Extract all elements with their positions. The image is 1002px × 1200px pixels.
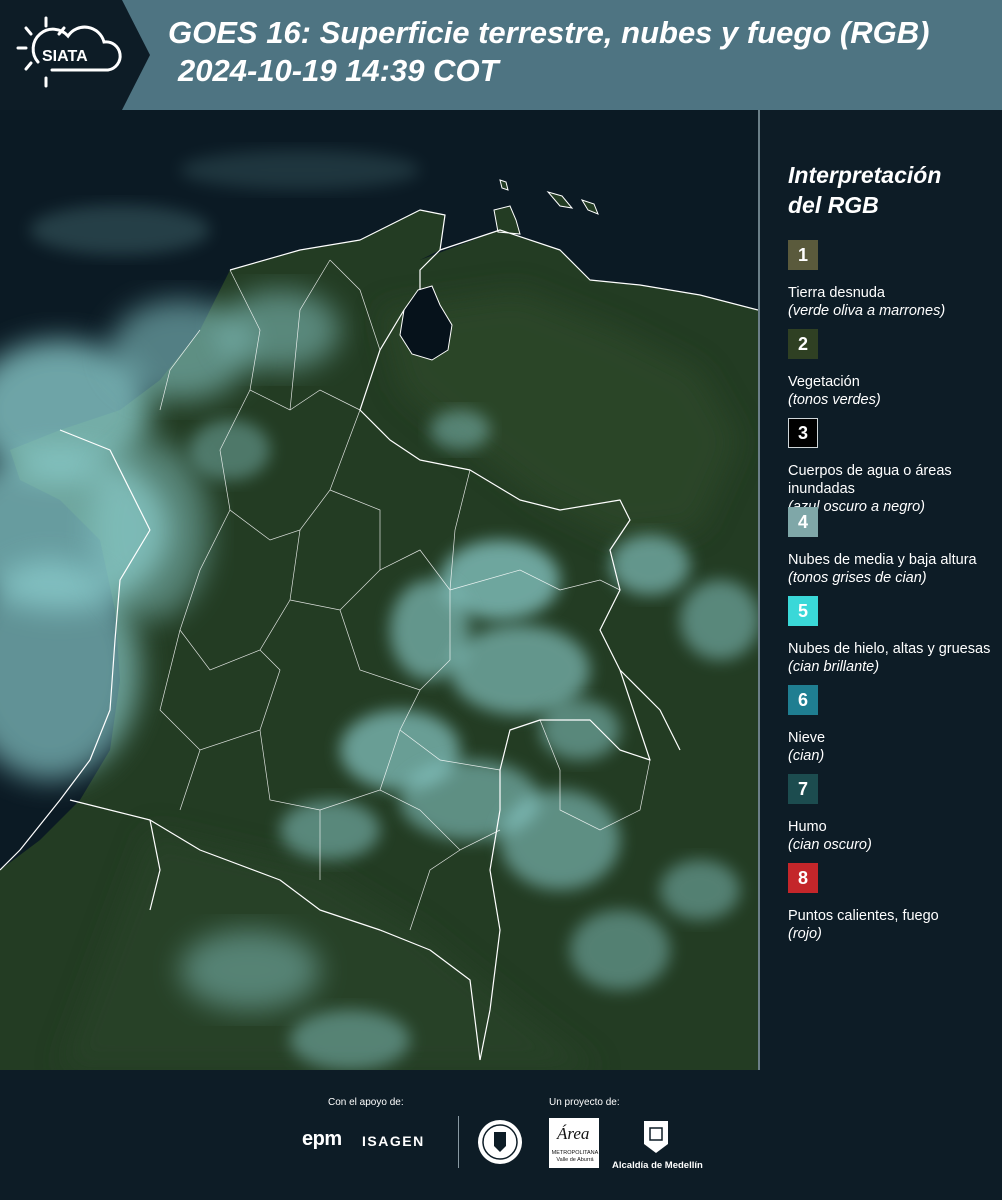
header-bar: SIATA GOES 16: Superficie terrestre, nub… (0, 0, 1002, 110)
satellite-image[interactable] (0, 110, 760, 1070)
legend-item-ice-clouds: 5 Nubes de hielo, altas y gruesas (cian … (788, 596, 998, 685)
legend-label: Tierra desnuda (788, 285, 885, 301)
university-seal-icon[interactable] (476, 1116, 524, 1168)
legend-label: Nieve (788, 730, 826, 746)
legend-swatch: 5 (788, 596, 818, 626)
legend-label: Nubes de media y baja altura (788, 552, 977, 568)
legend-item-vegetation: 2 Vegetación (tonos verdes) (788, 329, 998, 418)
area-logo-word: Área (557, 1124, 590, 1143)
legend-title: Interpretación del RGB (788, 160, 998, 220)
legend-swatch: 6 (788, 685, 818, 715)
legend-swatch: 7 (788, 774, 818, 804)
legend-swatch: 4 (788, 507, 818, 537)
legend-item-fire: 8 Puntos calientes, fuego (rojo) (788, 863, 998, 952)
siata-logo-text: SIATA (42, 48, 88, 65)
legend-hint: (tonos grises de cian) (788, 570, 927, 586)
rgb-legend: Interpretación del RGB 1 Tierra desnuda … (788, 160, 998, 952)
legend-title-line-1: Interpretación (788, 162, 942, 188)
footer-divider (458, 1116, 459, 1168)
legend-hint: (cian brillante) (788, 659, 880, 675)
epm-logo[interactable]: epm (302, 1128, 342, 1151)
page-title: GOES 16: Superficie terrestre, nubes y f… (168, 14, 998, 90)
legend-hint: (tonos verdes) (788, 392, 881, 408)
title-line-2: 2024-10-19 14:39 COT (178, 53, 499, 88)
legend-item-water: 3 Cuerpos de agua o áreas inundadas (azu… (788, 418, 998, 515)
legend-hint: (cian) (788, 748, 825, 764)
alcaldia-shield-icon[interactable] (641, 1118, 671, 1156)
alcaldia-label: Alcaldía de Medellín (612, 1160, 703, 1171)
legend-swatch: 1 (788, 240, 818, 270)
legend-swatch: 3 (788, 418, 818, 448)
area-metropolitana-logo[interactable]: Área METROPOLITANA Valle de Aburrá (549, 1118, 599, 1168)
support-label: Con el apoyo de: (328, 1097, 404, 1108)
legend-hint: (cian oscuro) (788, 837, 872, 853)
legend-swatch: 8 (788, 863, 818, 893)
legend-hint: (verde oliva a marrones) (788, 303, 946, 319)
legend-item-snow: 6 Nieve (cian) (788, 685, 998, 774)
legend-item-bare-land: 1 Tierra desnuda (verde oliva a marrones… (788, 240, 998, 329)
siata-sun-icon: SIATA (16, 16, 122, 88)
legend-label: Vegetación (788, 374, 860, 390)
legend-item-low-clouds: 4 Nubes de media y baja altura (tonos gr… (788, 507, 998, 596)
project-label: Un proyecto de: (549, 1097, 620, 1108)
legend-hint: (rojo) (788, 926, 822, 942)
legend-label: Humo (788, 819, 827, 835)
legend-title-line-2: del RGB (788, 192, 879, 218)
legend-swatch: 2 (788, 329, 818, 359)
area-logo-sub: METROPOLITANA Valle de Aburrá (551, 1150, 599, 1163)
title-line-1: GOES 16: Superficie terrestre, nubes y f… (168, 15, 930, 50)
siata-logo[interactable]: SIATA (0, 0, 150, 110)
legend-item-smoke: 7 Humo (cian oscuro) (788, 774, 998, 863)
legend-label: Nubes de hielo, altas y gruesas (788, 641, 991, 657)
legend-label: Cuerpos de agua o áreas inundadas (788, 463, 952, 497)
isagen-logo[interactable]: ISAGEN (362, 1133, 425, 1149)
satellite-map-svg (0, 110, 758, 1070)
legend-label: Puntos calientes, fuego (788, 908, 939, 924)
